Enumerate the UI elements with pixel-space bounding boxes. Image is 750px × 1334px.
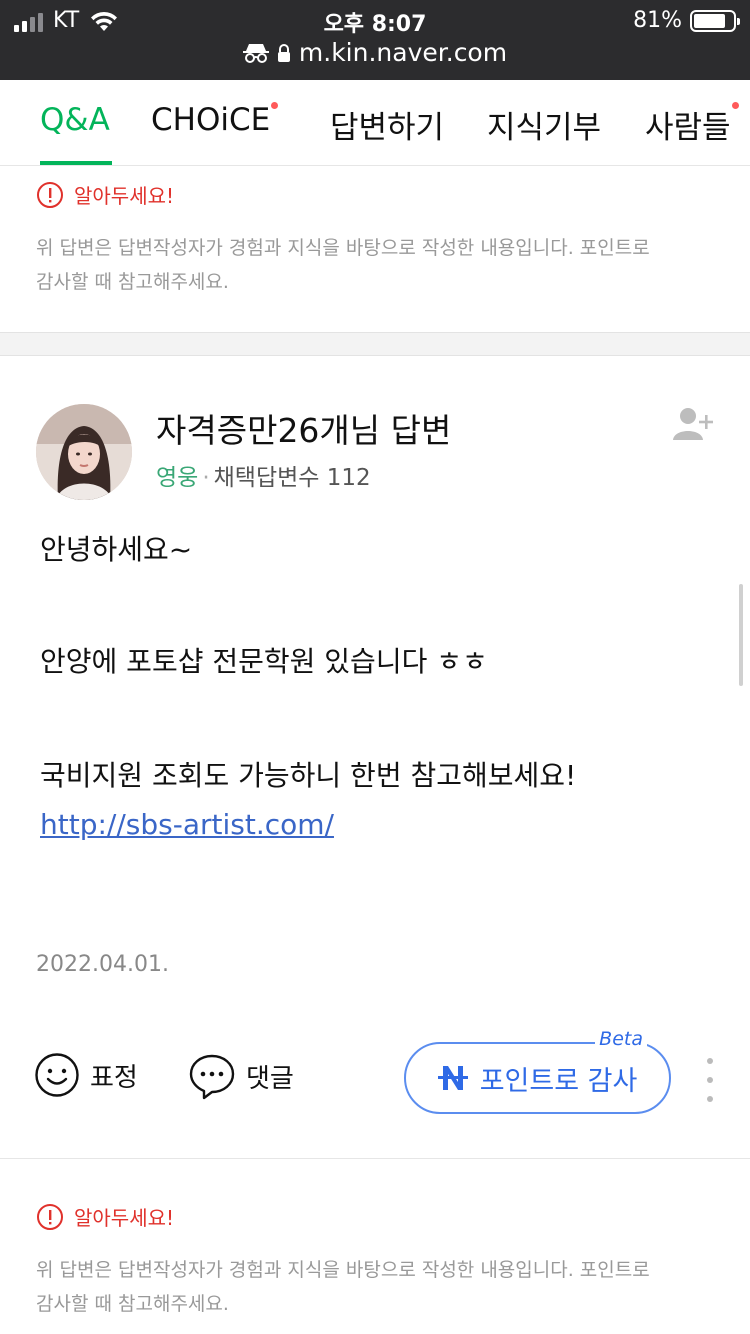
tab-qna[interactable]: Q&A [40, 102, 110, 138]
notice-title: 알아두세요! [74, 1206, 175, 1230]
new-dot-icon [271, 102, 279, 109]
thanks-label: 포인트로 감사 [479, 1065, 638, 1097]
tab-label: Q&A [40, 102, 110, 138]
comment-label: 댓글 [246, 1063, 294, 1094]
comment-button[interactable]: 댓글 [188, 1052, 294, 1100]
tab-label: 사람들 [645, 110, 731, 146]
lock-icon [277, 43, 290, 62]
answer-date: 2022.04.01. [36, 952, 169, 977]
address-bar[interactable]: m.kin.naver.com [0, 38, 750, 67]
answer-greeting: 안녕하세요~ [40, 533, 193, 566]
section-divider [0, 1158, 750, 1159]
notice-box: 알아두세요! 위 답변은 답변작성자가 경험과 지식을 바탕으로 작성한 내용입… [0, 180, 750, 299]
profile-photo [36, 404, 132, 500]
meta-separator: · [202, 465, 210, 491]
emotion-button[interactable]: 표정 [34, 1052, 138, 1098]
tab-donate[interactable]: 지식기부 [487, 102, 601, 147]
notice-text: 위 답변은 답변작성자가 경험과 지식을 바탕으로 작성한 내용입니다. 포인트… [36, 1253, 714, 1321]
notice-text: 위 답변은 답변작성자가 경험과 지식을 바탕으로 작성한 내용입니다. 포인트… [36, 231, 714, 299]
naver-pay-icon [437, 1066, 468, 1090]
tab-choice[interactable]: CHOiCE [151, 102, 279, 138]
adopted-label: 채택답변수 [213, 465, 320, 491]
more-options-icon[interactable] [704, 1058, 716, 1102]
section-divider [0, 332, 750, 356]
tab-people[interactable]: 사람들 [645, 102, 739, 147]
notice-heading: 알아두세요! [36, 180, 714, 209]
battery-icon [690, 9, 740, 32]
notice-title: 알아두세요! [74, 184, 175, 208]
author-grade: 영웅 [156, 465, 199, 491]
notice-line: 위 답변은 답변작성자가 경험과 지식을 바탕으로 작성한 내용입니다. 포인트… [36, 237, 650, 259]
incognito-icon [242, 43, 269, 63]
answer-text-line: 국비지원 조회도 가능하니 한번 참고해보세요! [40, 759, 577, 792]
add-friend-icon[interactable] [672, 406, 716, 442]
tab-label: 지식기부 [487, 110, 602, 146]
alert-icon [37, 181, 63, 208]
comment-icon [189, 1054, 235, 1100]
alert-icon [37, 1203, 63, 1230]
answer-author-title[interactable]: 자격증만26개님 답변 [156, 404, 451, 452]
beta-badge: Beta [595, 1028, 647, 1050]
scrollbar[interactable] [739, 584, 743, 686]
active-tab-indicator [40, 161, 112, 165]
answer-text-line: 안양에 포토샵 전문학원 있습니다 ㅎㅎ [40, 645, 488, 678]
url-text: m.kin.naver.com [298, 38, 508, 67]
notice-line: 위 답변은 답변작성자가 경험과 지식을 바탕으로 작성한 내용입니다. 포인트… [36, 1259, 650, 1281]
notice-heading: 알아두세요! [36, 1202, 714, 1231]
category-tabs: Q&A CHOiCE 답변하기 지식기부 사람들 [0, 80, 750, 166]
adopted-count: 112 [326, 465, 371, 491]
notice-line: 감사할 때 참고해주세요. [36, 1293, 229, 1315]
notice-line: 감사할 때 참고해주세요. [36, 271, 229, 293]
tab-answer[interactable]: 답변하기 [330, 102, 444, 147]
answer-link[interactable]: http://sbs-artist.com/ [40, 808, 334, 841]
battery-percent: 81% [633, 8, 682, 33]
author-meta: 영웅 · 채택답변수 112 [156, 458, 371, 492]
status-bar: KT 오후 8:07 81% m.kin.naver.com [0, 0, 750, 80]
smiley-icon [35, 1053, 79, 1097]
avatar[interactable] [36, 404, 132, 500]
notice-box: 알아두세요! 위 답변은 답변작성자가 경험과 지식을 바탕으로 작성한 내용입… [0, 1202, 750, 1321]
new-dot-icon [731, 102, 739, 109]
battery-area: 81% [633, 8, 740, 33]
thanks-with-points-button[interactable]: Beta 포인트로 감사 [404, 1028, 671, 1114]
emotion-label: 표정 [90, 1062, 138, 1093]
tab-label: CHOiCE [151, 102, 271, 138]
tab-label: 답변하기 [330, 110, 445, 146]
